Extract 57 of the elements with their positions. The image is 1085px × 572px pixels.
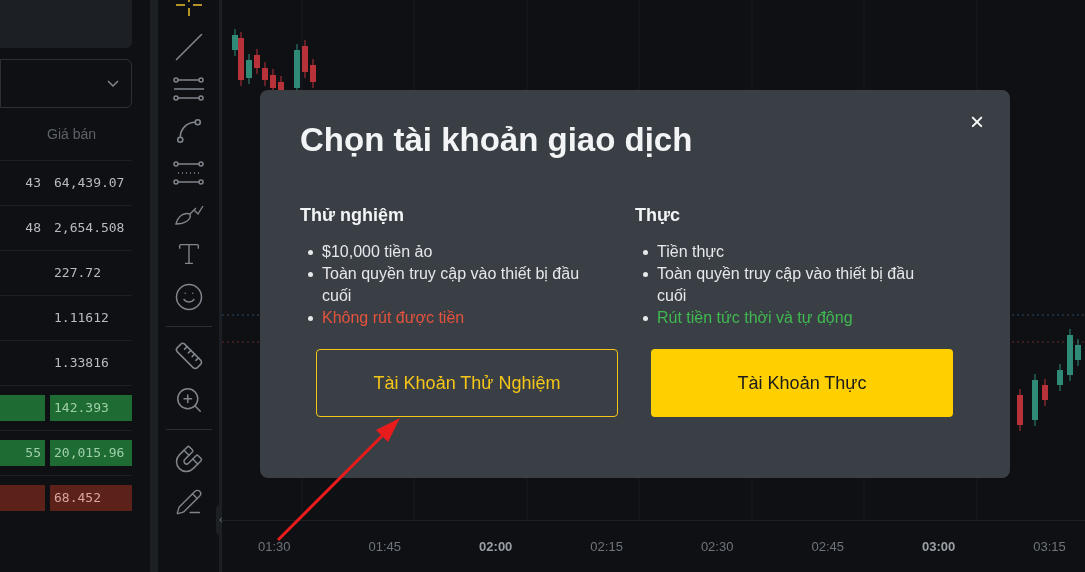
time-label: 02:00 bbox=[479, 537, 513, 556]
bullet-icon bbox=[643, 250, 648, 256]
candle bbox=[1017, 388, 1023, 432]
candle bbox=[262, 61, 268, 87]
dialog-title: Chọn tài khoản giao dịch bbox=[300, 120, 693, 160]
magnet-icon[interactable] bbox=[173, 444, 204, 474]
candle bbox=[1067, 328, 1073, 382]
time-label: 01:45 bbox=[368, 537, 402, 556]
close-button[interactable]: × bbox=[966, 110, 988, 134]
feature-item: Rút tiền tức thời và tự động bbox=[657, 307, 945, 330]
feature-item: Tiền thực bbox=[657, 241, 945, 264]
price-cell-text: 64,439.07 bbox=[53, 174, 126, 193]
candle bbox=[1042, 378, 1048, 407]
time-label: 02:15 bbox=[590, 537, 623, 556]
time-label: 03:15 bbox=[1033, 537, 1066, 556]
price-cell-text: 227.72 bbox=[53, 264, 102, 283]
table-cell-text: 48 bbox=[24, 219, 42, 238]
emoji-icon[interactable] bbox=[173, 282, 204, 312]
feature-item: Toàn quyền truy cập vào thiết bị đầu cuối bbox=[322, 263, 610, 308]
feature-item: $10,000 tiền ảo bbox=[322, 241, 610, 264]
column-header: Giá bán bbox=[47, 124, 97, 144]
account-heading: Thử nghiệm bbox=[300, 204, 406, 228]
time-label: 01:30 bbox=[258, 537, 291, 556]
bullet-icon bbox=[643, 272, 648, 278]
bullet-icon bbox=[308, 272, 313, 278]
candle bbox=[310, 58, 316, 89]
candle bbox=[1075, 338, 1081, 367]
candle bbox=[302, 39, 308, 79]
price-cell: 20,015.96 bbox=[50, 440, 132, 466]
price-cell-text: 1.11612 bbox=[53, 309, 110, 328]
fibonacci-icon[interactable] bbox=[172, 160, 205, 186]
line-tool-icon[interactable] bbox=[173, 32, 204, 62]
bullet-icon bbox=[308, 250, 313, 256]
crosshair-icon[interactable] bbox=[173, 0, 204, 18]
chevron-down-icon bbox=[107, 80, 119, 87]
time-label: 02:30 bbox=[700, 537, 734, 556]
table-cell-text: 43 bbox=[24, 174, 42, 193]
bullet-icon bbox=[643, 316, 648, 322]
time-label: 02:45 bbox=[811, 537, 844, 556]
candle bbox=[254, 48, 260, 75]
price-cell: 142.393 bbox=[50, 395, 132, 421]
candle bbox=[246, 53, 252, 85]
feature-item: Không rút được tiền bbox=[322, 307, 610, 330]
bullet-icon bbox=[308, 316, 313, 322]
account-heading: Thực bbox=[635, 204, 682, 228]
feature-item: Toàn quyền truy cập vào thiết bị đầu cuối bbox=[657, 263, 945, 308]
table-cell: 55 bbox=[0, 440, 45, 466]
candle bbox=[1057, 363, 1063, 392]
price-cell: 68.452 bbox=[50, 485, 132, 511]
price-cell-text: 1.33816 bbox=[53, 354, 110, 373]
candle bbox=[1032, 373, 1038, 427]
account-button[interactable]: Tài Khoản Thử Nghiệm bbox=[316, 349, 618, 418]
account-button[interactable]: Tài Khoản Thực bbox=[651, 349, 953, 418]
ruler-icon[interactable] bbox=[173, 341, 204, 371]
price-cell-text: 2,654.508 bbox=[53, 219, 126, 238]
parallel-lines-icon[interactable] bbox=[172, 76, 205, 102]
time-label: 03:00 bbox=[922, 537, 956, 556]
